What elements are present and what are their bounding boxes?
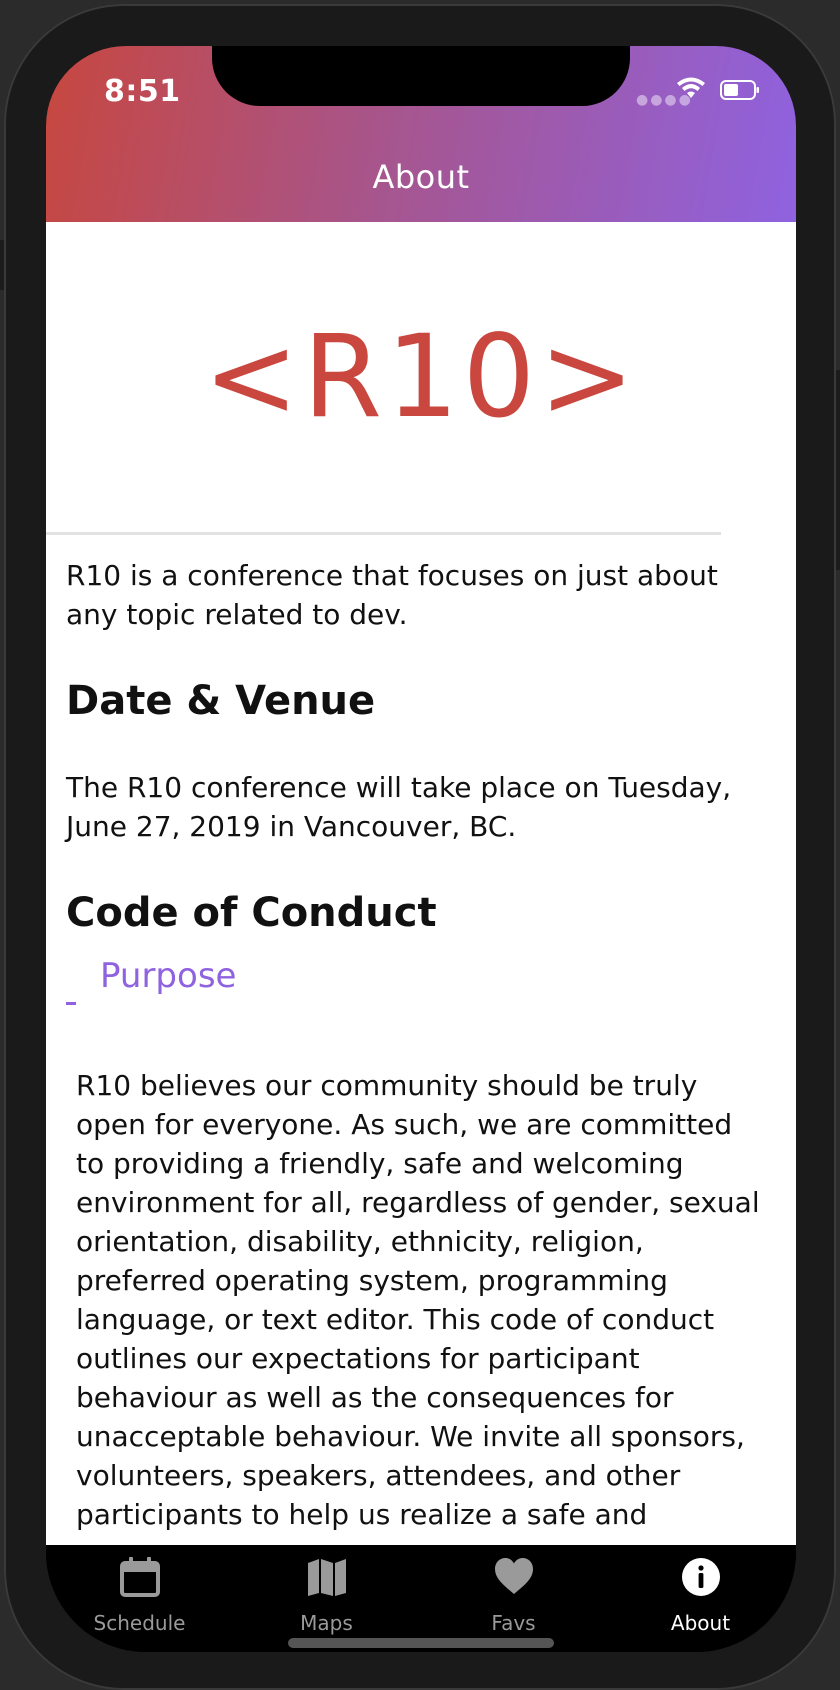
divider: [46, 532, 721, 535]
info-icon: [682, 1558, 720, 1596]
purpose-title[interactable]: Purpose: [100, 956, 236, 996]
home-indicator[interactable]: [288, 1638, 554, 1648]
r10-logo: <R10>: [203, 310, 639, 443]
wifi-icon: [677, 77, 705, 98]
app-screen: 8:51 ●●●● About <R10> R10 is a conferenc…: [46, 46, 796, 1652]
date-venue-text: The R10 conference will take place on Tu…: [66, 771, 732, 843]
tab-label: Favs: [491, 1611, 536, 1635]
tab-label: About: [670, 1611, 731, 1635]
collapse-toggle-icon[interactable]: [66, 1002, 76, 1005]
battery-icon: [720, 80, 759, 100]
tab-bar: Schedule Maps Favs About: [46, 1545, 796, 1652]
tab-label: Maps: [300, 1611, 353, 1635]
tab-about[interactable]: About: [607, 1545, 794, 1652]
code-of-conduct-heading: Code of Conduct: [66, 890, 437, 936]
tab-favs[interactable]: Favs: [420, 1545, 607, 1652]
device-notch: [212, 46, 630, 106]
tab-label: Schedule: [93, 1611, 186, 1635]
heart-icon: [495, 1558, 533, 1594]
calendar-icon: [120, 1557, 160, 1597]
nav-header: 8:51 ●●●● About: [46, 46, 796, 222]
status-time: 8:51: [104, 74, 181, 109]
intro-text: R10 is a conference that focuses on just…: [66, 559, 718, 631]
purpose-text: R10 believes our community should be tru…: [76, 1069, 760, 1531]
about-scroll-view[interactable]: <R10> R10 is a conference that focuses o…: [46, 222, 796, 1545]
tab-maps[interactable]: Maps: [233, 1545, 420, 1652]
device-frame: 8:51 ●●●● About <R10> R10 is a conferenc…: [4, 4, 836, 1690]
date-venue-heading: Date & Venue: [66, 678, 376, 724]
map-icon: [308, 1559, 346, 1596]
tab-schedule[interactable]: Schedule: [46, 1545, 233, 1652]
page-title: About: [372, 158, 470, 196]
